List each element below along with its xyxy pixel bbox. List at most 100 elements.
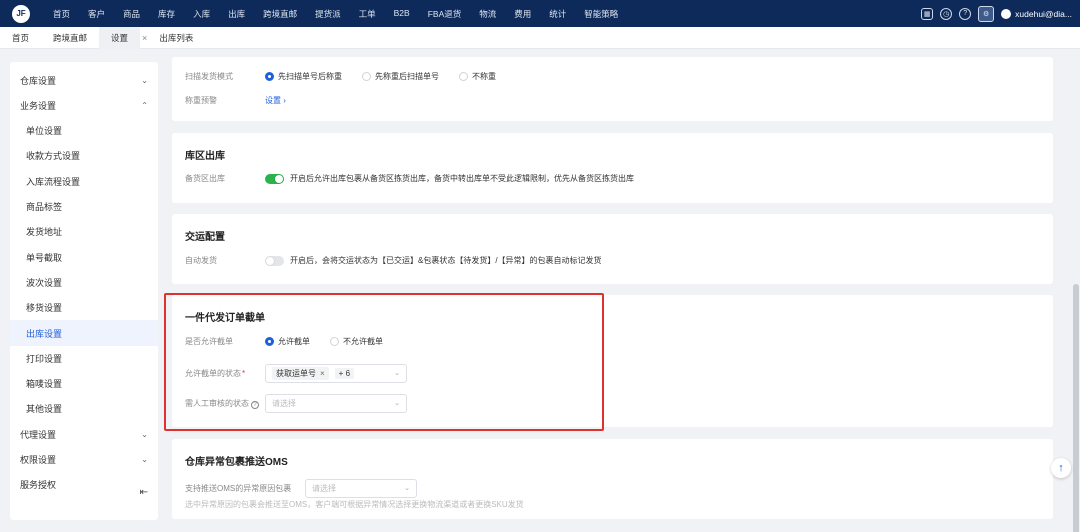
collapse-sidebar-icon[interactable]: ⇤ [140, 487, 148, 498]
radio-allow-cutoff[interactable]: 允许截单 [265, 336, 310, 347]
chevron-down-icon: ⌄ [404, 485, 410, 492]
nav-fba-return[interactable]: FBA退货 [419, 8, 471, 20]
field-label-text: 允许截单的状态 [185, 369, 241, 378]
clock-icon[interactable]: ◷ [940, 7, 953, 20]
radio-label: 允许截单 [278, 337, 310, 346]
field-label: 自动发货 [185, 256, 217, 265]
grid-icon[interactable]: ▦ [921, 7, 934, 20]
user-menu[interactable]: xudehui@dia... [1001, 8, 1072, 19]
radio-no-weigh[interactable]: 不称重 [459, 71, 496, 82]
radio-dot [459, 72, 468, 81]
sidebar-item-carton-mark[interactable]: 箱唛设置 [10, 371, 158, 396]
nav-pickup[interactable]: 提货派 [306, 8, 350, 20]
sidebar-item-outbound[interactable]: 出库设置 [10, 320, 158, 346]
nav-smart-strategy[interactable]: 智能策略 [575, 8, 627, 20]
sidebar-item-ship-address[interactable]: 发货地址 [10, 219, 158, 244]
nav-ticket[interactable]: 工单 [350, 8, 385, 20]
radio-dot [330, 337, 339, 346]
help-icon[interactable]: ? [959, 7, 972, 20]
page-tabs: 首页 跨境直邮 设置 × 出库列表 [0, 26, 1080, 49]
field-description: 选中异常原因的包裹会推送至OMS，客户端可根据异常情况选择更换物流渠道或者更换S… [185, 500, 524, 509]
chevron-down-icon: ⌄ [141, 454, 148, 464]
sidebar-item-print[interactable]: 打印设置 [10, 346, 158, 371]
tag-label: 获取运单号 [276, 369, 316, 378]
sidebar-item-product-label[interactable]: 商品标签 [10, 194, 158, 219]
help-icon[interactable]: ? [251, 401, 259, 409]
field-label: 称重预警 [185, 96, 217, 105]
vertical-scrollbar[interactable] [1072, 49, 1080, 532]
chevron-down-icon: ⌄ [141, 76, 148, 85]
sidebar-item-other[interactable]: 其他设置 [10, 396, 158, 421]
nav-outbound[interactable]: 出库 [219, 8, 254, 20]
radio-dot [265, 337, 274, 346]
scan-mode-row: 扫描发货模式 先扫描单号后称重 先称重后扫描单号 不称重 [185, 71, 516, 82]
main-menu: 首页 客户 商品 库存 入库 出库 跨境直邮 提货派 工单 B2B FBA退货 … [44, 8, 627, 20]
push-oms-reason-select[interactable]: 请选择 ⌄ [305, 479, 417, 498]
sidebar-item-wave[interactable]: 波次设置 [10, 270, 158, 295]
tab-label: 首页 [12, 32, 30, 43]
radio-label: 不称重 [472, 72, 496, 81]
nav-cross-border[interactable]: 跨境直邮 [254, 8, 306, 20]
cutoff-status-row: 允许截单的状态* 获取运单号 × + 6 ⌄ [185, 364, 407, 383]
tab-outbound-list[interactable]: 出库列表 [147, 27, 205, 49]
nav-stats[interactable]: 统计 [540, 8, 575, 20]
push-oms-row: 支持推送OMS的异常原因包裹 请选择 ⌄ [185, 479, 417, 498]
sidebar-group-warehouse[interactable]: 仓库设置 ⌄ [10, 68, 158, 93]
stock-zone-outbound-toggle[interactable] [265, 173, 284, 184]
abnormal-push-oms-card: 仓库异常包裹推送OMS 支持推送OMS的异常原因包裹 请选择 ⌄ 选中异常原因的… [172, 439, 1053, 519]
chevron-down-icon: ⌄ [394, 370, 400, 377]
radio-dot [362, 72, 371, 81]
radio-scan-then-weigh[interactable]: 先扫描单号后称重 [265, 71, 342, 82]
handover-config-card: 交运配置 自动发货 开启后，会将交运状态为【已交运】&包裹状态【待发货】/【异常… [172, 214, 1053, 284]
avatar [1001, 8, 1012, 19]
nav-product[interactable]: 商品 [114, 8, 149, 20]
manual-review-row: 需人工审核的状态? 请选择 ⌄ [185, 394, 407, 413]
sidebar-group-agent[interactable]: 代理设置 ⌄ [10, 422, 158, 447]
field-description: 开启后允许出库包裹从备货区拣货出库，备货中转出库单不受此逻辑限制，优先从备货区拣… [290, 174, 634, 183]
remove-tag-icon[interactable]: × [320, 369, 325, 378]
card-title: 一件代发订单截单 [185, 313, 265, 324]
sidebar-group-service-auth[interactable]: 服务授权 [10, 472, 158, 497]
stock-zone-outbound-row: 备货区出库 开启后允许出库包裹从备货区拣货出库，备货中转出库单不受此逻辑限制，优… [185, 173, 634, 184]
cutoff-status-select[interactable]: 获取运单号 × + 6 ⌄ [265, 364, 407, 383]
tab-home[interactable]: 首页 [0, 27, 41, 49]
sidebar-group-permission[interactable]: 权限设置 ⌄ [10, 447, 158, 472]
manual-review-select[interactable]: 请选择 ⌄ [265, 394, 407, 413]
sidebar-item-number-capture[interactable]: 单号截取 [10, 244, 158, 269]
weight-warning-settings-link[interactable]: 设置 › [265, 95, 286, 106]
tab-settings[interactable]: 设置 [99, 26, 141, 49]
chevron-down-icon: ⌄ [141, 429, 148, 439]
nav-inventory[interactable]: 库存 [149, 8, 184, 20]
chevron-up-icon: ⌃ [141, 101, 148, 110]
sidebar-item-move[interactable]: 移货设置 [10, 295, 158, 320]
nav-logistics[interactable]: 物流 [470, 8, 505, 20]
nav-fee[interactable]: 费用 [505, 8, 540, 20]
radio-disallow-cutoff[interactable]: 不允许截单 [330, 336, 383, 347]
radio-weigh-then-scan[interactable]: 先称重后扫描单号 [362, 71, 439, 82]
back-to-top-icon[interactable]: ↑ [1051, 458, 1071, 478]
field-label-text: 需人工审核的状态 [185, 399, 249, 408]
nav-inbound[interactable]: 入库 [184, 8, 219, 20]
sidebar-item-unit[interactable]: 单位设置 [10, 118, 158, 143]
field-label: 需人工审核的状态? [185, 398, 265, 409]
user-email: xudehui@dia... [1015, 8, 1072, 19]
scrollbar-thumb[interactable] [1073, 284, 1079, 532]
nav-b2b[interactable]: B2B [385, 8, 419, 20]
sidebar-group-business[interactable]: 业务设置 ⌃ [10, 93, 158, 118]
sidebar-item-payment[interactable]: 收款方式设置 [10, 143, 158, 168]
tab-label: 设置 [111, 32, 129, 43]
settings-icon[interactable]: ⚙ [978, 5, 995, 22]
nav-home[interactable]: 首页 [44, 8, 79, 20]
nav-customer[interactable]: 客户 [79, 8, 114, 20]
auto-ship-toggle[interactable] [265, 255, 284, 266]
sidebar-item-inbound-flow[interactable]: 入库流程设置 [10, 169, 158, 194]
sidebar-group-label: 权限设置 [20, 454, 57, 465]
field-description: 开启后，会将交运状态为【已交运】&包裹状态【待发货】/【异常】的包裹自动标记发货 [290, 256, 602, 265]
tab-cross-border[interactable]: 跨境直邮 [41, 27, 99, 49]
weight-warning-row: 称重预警 设置 › [185, 95, 286, 106]
main-content: 扫描发货模式 先扫描单号后称重 先称重后扫描单号 不称重 称重预警 设置 › 库… [164, 49, 1069, 532]
field-label: 是否允许截单 [185, 337, 233, 346]
sidebar-group-label: 服务授权 [20, 479, 57, 490]
select-placeholder: 请选择 [272, 399, 296, 408]
app-logo[interactable]: JF [12, 4, 30, 23]
